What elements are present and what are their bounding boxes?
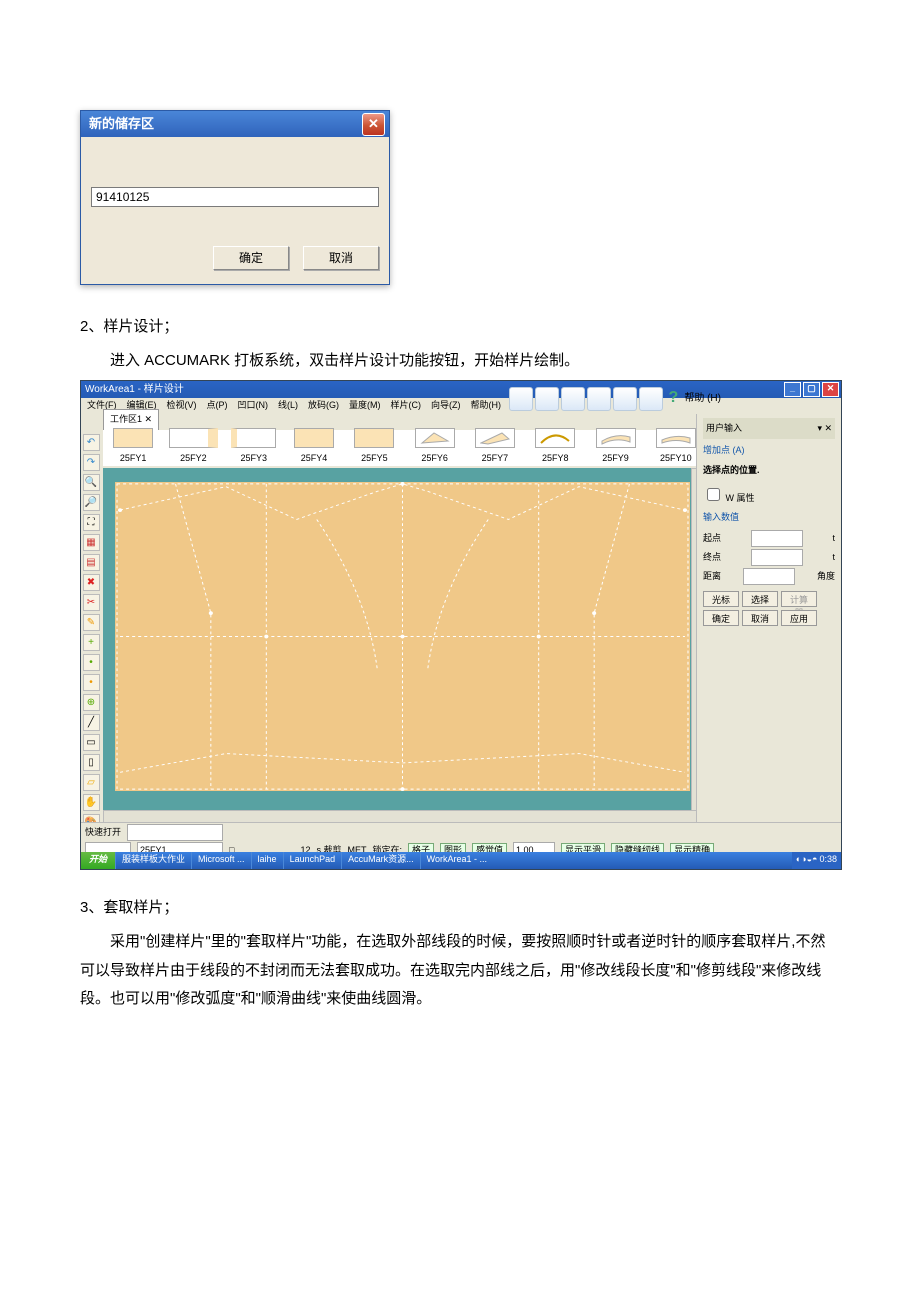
- toolbar-icons: ? 帮助 (H): [509, 385, 721, 413]
- quick-open-input[interactable]: [127, 824, 223, 841]
- pieces-strip: 25FY1 25FY2 25FY3 25FY4 25FY5 25FY6 25FY…: [103, 430, 706, 466]
- zoom-in-icon[interactable]: 🔍: [83, 474, 100, 491]
- system-tray[interactable]: ◐◑◒◓ 0:38: [792, 852, 841, 869]
- piece-thumb[interactable]: 25FY3: [224, 428, 284, 467]
- piece-thumb[interactable]: 25FY9: [585, 428, 645, 467]
- layers-icon[interactable]: ▤: [83, 554, 100, 571]
- cut-icon[interactable]: ✂: [83, 594, 100, 611]
- dialog-titlebar: 新的储存区 ✕: [81, 111, 389, 137]
- maximize-icon[interactable]: ▢: [803, 382, 820, 397]
- select-icon[interactable]: ▦: [83, 534, 100, 551]
- menu-item[interactable]: 样片(C): [391, 397, 422, 414]
- cursor-button[interactable]: 光标: [703, 591, 739, 607]
- heading-3: 3、套取样片；: [80, 894, 840, 923]
- rect-icon[interactable]: ▭: [83, 734, 100, 751]
- paragraph-3: 采用"创建样片"里的"套取样片"功能，在选取外部线段的时候，要按照顺时针或者逆时…: [80, 928, 840, 1014]
- menu-item[interactable]: 点(P): [207, 397, 228, 414]
- taskbar-item[interactable]: laihe: [251, 852, 283, 869]
- app-titlebar: WorkArea1 - 样片设计 _ ▢ ✕: [81, 381, 841, 398]
- end-input[interactable]: [751, 549, 803, 566]
- menu-item[interactable]: 放码(G): [308, 397, 339, 414]
- taskbar-item[interactable]: WorkArea1 - ...: [420, 852, 493, 869]
- w-attribute-checkbox[interactable]: [707, 488, 720, 501]
- delete-icon[interactable]: ✖: [83, 574, 100, 591]
- undo-icon[interactable]: ↶: [83, 434, 100, 451]
- paragraph-2: 进入 ACCUMARK 打板系统，双击样片设计功能按钮，开始样片绘制。: [80, 347, 840, 376]
- dialog-title: 新的储存区: [89, 112, 154, 137]
- vertical-toolbar: ↶ ↷ 🔍 🔎 ⛶ ▦ ▤ ✖ ✂ ✎ + • • ⊕ ╱ ▭ ▯ ▱ ✋ 🎨 …: [81, 430, 101, 825]
- user-input-panel: 用户输入▾ ✕ 增加点 (A) 选择点的位置. W 属性 输入数值 起点t 终点…: [696, 414, 841, 825]
- taskbar-item[interactable]: AccuMark资源...: [341, 852, 420, 869]
- menu-item[interactable]: 检视(V): [167, 397, 197, 414]
- toolbar-icon[interactable]: [561, 387, 585, 411]
- menu-item[interactable]: 向导(Z): [431, 397, 461, 414]
- calc-button[interactable]: 计算器: [781, 591, 817, 607]
- zoom-out-icon[interactable]: 🔎: [83, 494, 100, 511]
- taskbar-item[interactable]: LaunchPad: [283, 852, 342, 869]
- help-icon[interactable]: ?: [669, 383, 679, 413]
- app-title: WorkArea1 - 样片设计: [85, 380, 184, 399]
- taskbar-item[interactable]: Microsoft ...: [191, 852, 251, 869]
- distance-input[interactable]: [743, 568, 795, 585]
- menu-item[interactable]: 凹口(N): [238, 397, 269, 414]
- hand-icon[interactable]: ✋: [83, 794, 100, 811]
- panel-command: 增加点 (A): [703, 442, 835, 459]
- point-icon[interactable]: •: [83, 654, 100, 671]
- status-bar: 快速打开 □ 12 s 裁剪 MET 锁定在: 格子 图形 感觉值 显示平滑 隐…: [81, 822, 841, 852]
- ok-button[interactable]: 确定: [703, 610, 739, 626]
- toolbar-icon[interactable]: [639, 387, 663, 411]
- ok-button[interactable]: 确定: [213, 246, 289, 270]
- minimize-icon[interactable]: _: [784, 382, 801, 397]
- dialog-new-storage: 新的储存区 ✕ 确定 取消: [80, 110, 390, 285]
- redo-icon[interactable]: ↷: [83, 454, 100, 471]
- app-screenshot: WorkArea1 - 样片设计 _ ▢ ✕ 文件(F) 编辑(E) 检视(V)…: [80, 380, 842, 870]
- piece-thumb[interactable]: 25FY4: [284, 428, 344, 467]
- toolbar-icon[interactable]: [509, 387, 533, 411]
- menu-bar: 文件(F) 编辑(E) 检视(V) 点(P) 凹口(N) 线(L) 放码(G) …: [81, 398, 841, 414]
- piece-thumb[interactable]: 25FY5: [344, 428, 404, 467]
- piece-thumb[interactable]: 25FY1: [103, 428, 163, 467]
- panel-prompt: 选择点的位置.: [703, 462, 835, 479]
- line-icon[interactable]: ╱: [83, 714, 100, 731]
- toolbar-icon[interactable]: [613, 387, 637, 411]
- select-button[interactable]: 选择: [742, 591, 778, 607]
- close-icon[interactable]: ✕: [362, 113, 385, 136]
- add-point-icon[interactable]: +: [83, 634, 100, 651]
- point-icon[interactable]: ⊕: [83, 694, 100, 711]
- menu-item[interactable]: 线(L): [278, 397, 298, 414]
- shape-icon[interactable]: ▱: [83, 774, 100, 791]
- piece-thumb[interactable]: 25FY2: [163, 428, 223, 467]
- heading-2: 2、样片设计；: [80, 313, 840, 342]
- close-icon[interactable]: ✕: [822, 382, 839, 397]
- piece-thumb[interactable]: 25FY7: [465, 428, 525, 467]
- taskbar-item[interactable]: 服装样板大作业: [115, 852, 191, 869]
- toolbar-icon[interactable]: [587, 387, 611, 411]
- cancel-button[interactable]: 取消: [742, 610, 778, 626]
- start-input[interactable]: [751, 530, 803, 547]
- pattern-piece[interactable]: [115, 482, 690, 791]
- piece-thumb[interactable]: 25FY6: [404, 428, 464, 467]
- menu-item[interactable]: 量度(M): [349, 397, 381, 414]
- point-icon[interactable]: •: [83, 674, 100, 691]
- help-label: 帮助 (H): [684, 389, 721, 408]
- panel-title: 用户输入: [706, 420, 742, 437]
- cancel-button[interactable]: 取消: [303, 246, 379, 270]
- quick-open-label: 快速打开: [85, 824, 121, 841]
- menu-item[interactable]: 帮助(H): [471, 397, 502, 414]
- piece-thumb[interactable]: 25FY8: [525, 428, 585, 467]
- tool-icon[interactable]: ✎: [83, 614, 100, 631]
- input-value-link[interactable]: 输入数值: [703, 509, 835, 526]
- windows-taskbar: 开始 服装样板大作业 Microsoft ... laihe LaunchPad…: [81, 852, 841, 869]
- rect-icon[interactable]: ▯: [83, 754, 100, 771]
- tab-workarea1[interactable]: 工作区1 ✕: [103, 409, 159, 429]
- panel-controls-icon[interactable]: ▾ ✕: [817, 420, 832, 437]
- zoom-fit-icon[interactable]: ⛶: [83, 514, 100, 531]
- start-button[interactable]: 开始: [81, 852, 115, 869]
- storage-name-input[interactable]: [91, 187, 379, 207]
- toolbar-icon[interactable]: [535, 387, 559, 411]
- canvas[interactable]: [103, 468, 706, 825]
- apply-button[interactable]: 应用: [781, 610, 817, 626]
